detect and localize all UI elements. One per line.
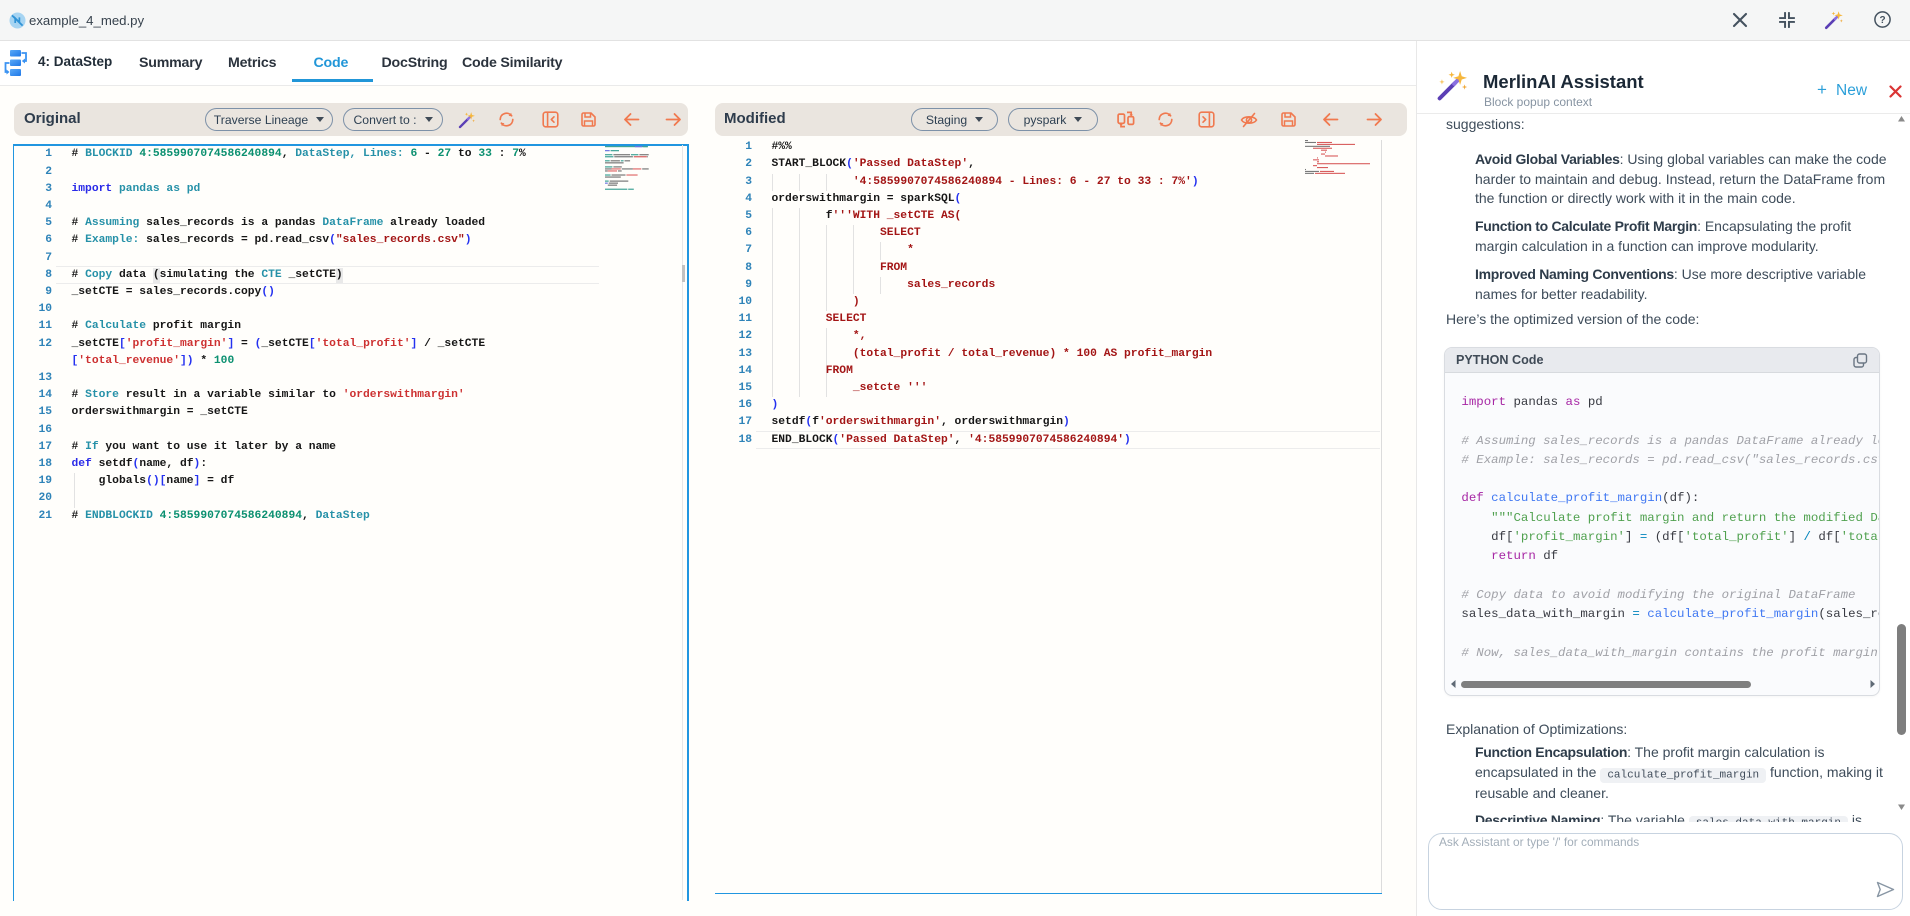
svg-text:?: ? [1879,15,1885,26]
